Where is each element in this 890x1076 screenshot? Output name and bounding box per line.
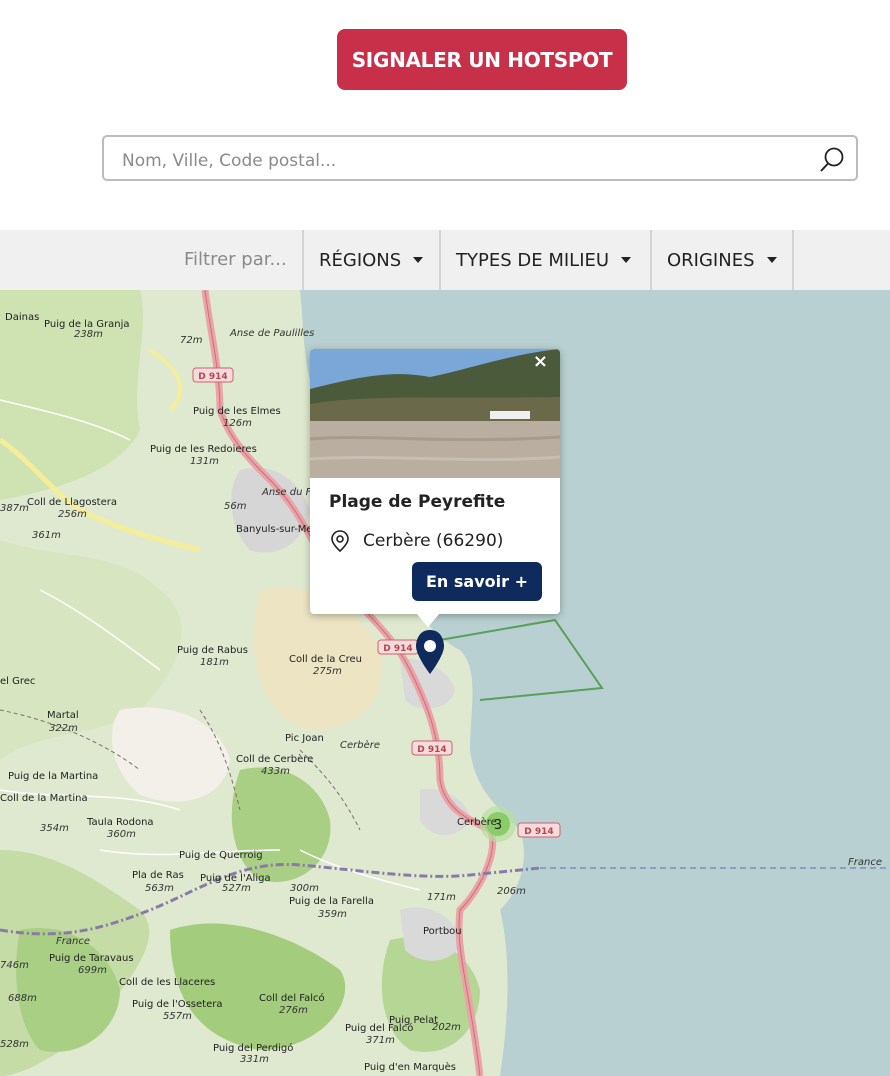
svg-text:688m: 688m xyxy=(8,993,37,1004)
search-icon[interactable] xyxy=(818,146,846,174)
svg-text:Coll de Llagostera: Coll de Llagostera xyxy=(27,497,117,508)
svg-text:Coll de la Martina: Coll de la Martina xyxy=(0,793,88,804)
svg-text:331m: 331m xyxy=(240,1054,269,1065)
svg-text:202m: 202m xyxy=(432,1022,461,1033)
svg-text:171m: 171m xyxy=(427,892,456,903)
chevron-down-icon xyxy=(621,257,632,263)
filter-types-label: TYPES DE MILIEU xyxy=(456,249,610,271)
chevron-down-icon xyxy=(766,257,777,263)
svg-text:Taula Rodona: Taula Rodona xyxy=(86,817,154,828)
filter-label: Filtrer par... xyxy=(184,249,287,270)
svg-text:181m: 181m xyxy=(200,657,229,668)
svg-text:433m: 433m xyxy=(261,766,290,777)
popup-tip xyxy=(416,613,440,627)
map-marker-icon xyxy=(331,530,349,553)
svg-text:el Grec: el Grec xyxy=(0,676,35,687)
svg-text:D 914: D 914 xyxy=(198,372,227,382)
svg-text:Coll de les Llaceres: Coll de les Llaceres xyxy=(119,977,215,988)
svg-text:126m: 126m xyxy=(223,418,252,429)
svg-text:Martal: Martal xyxy=(47,710,79,721)
svg-text:Puig de les Elmes: Puig de les Elmes xyxy=(193,406,281,417)
svg-text:Puig de Querroig: Puig de Querroig xyxy=(179,850,263,861)
svg-text:Puig de Rabus: Puig de Rabus xyxy=(177,645,248,656)
svg-text:528m: 528m xyxy=(0,1039,29,1050)
svg-text:Coll del Falcó: Coll del Falcó xyxy=(259,992,325,1004)
svg-text:56m: 56m xyxy=(224,501,247,512)
svg-text:Dainas: Dainas xyxy=(5,312,39,323)
road-shield: D 914 xyxy=(377,639,419,655)
chevron-down-icon xyxy=(413,257,424,263)
close-icon[interactable]: × xyxy=(533,351,548,372)
svg-text:354m: 354m xyxy=(40,823,69,834)
svg-text:Coll de Cerbère: Coll de Cerbère xyxy=(236,753,313,765)
road-shield: D 914 xyxy=(517,822,561,838)
filter-origins-dropdown[interactable]: ORIGINES xyxy=(650,230,794,290)
svg-text:359m: 359m xyxy=(318,909,347,920)
learn-more-button[interactable]: En savoir + xyxy=(412,562,542,601)
report-hotspot-button[interactable]: SIGNALER UN HOTSPOT xyxy=(337,29,627,90)
svg-text:300m: 300m xyxy=(290,883,319,894)
svg-text:Puig de les Redoieres: Puig de les Redoieres xyxy=(150,444,257,455)
filter-regions-dropdown[interactable]: RÉGIONS xyxy=(302,230,441,290)
svg-text:322m: 322m xyxy=(49,723,78,734)
svg-text:Cerbère: Cerbère xyxy=(457,816,497,828)
filter-bar: Filtrer par... RÉGIONS TYPES DE MILIEU O… xyxy=(0,230,890,290)
svg-text:699m: 699m xyxy=(78,965,107,976)
svg-text:238m: 238m xyxy=(74,329,103,340)
svg-text:387m: 387m xyxy=(0,503,29,514)
svg-text:Puig de Taravaus: Puig de Taravaus xyxy=(49,953,134,964)
svg-text:557m: 557m xyxy=(163,1011,192,1022)
popup-title: Plage de Peyrefite xyxy=(329,492,506,512)
svg-text:361m: 361m xyxy=(32,530,61,541)
svg-text:D 914: D 914 xyxy=(524,827,553,837)
filter-regions-label: RÉGIONS xyxy=(319,249,402,271)
svg-text:131m: 131m xyxy=(190,456,219,467)
road-shield: D 914 xyxy=(411,740,453,756)
svg-text:Puig de la Martina: Puig de la Martina xyxy=(8,771,98,782)
popup-location-text: Cerbère (66290) xyxy=(363,531,504,551)
svg-text:Puig d'en Marquès: Puig d'en Marquès xyxy=(364,1061,456,1073)
svg-text:563m: 563m xyxy=(145,883,174,894)
svg-text:Puig de la Farella: Puig de la Farella xyxy=(289,896,374,907)
road-shield: D 914 xyxy=(192,367,234,383)
location-popup: × Plage de Peyrefite Cerbère (66290) En … xyxy=(310,349,560,614)
svg-text:276m: 276m xyxy=(279,1005,308,1016)
svg-text:Banyuls-sur-Mer: Banyuls-sur-Mer xyxy=(236,524,318,535)
filter-origins-label: ORIGINES xyxy=(667,249,755,271)
svg-text:Portbou: Portbou xyxy=(423,926,462,937)
location-photo xyxy=(310,349,560,478)
svg-text:206m: 206m xyxy=(497,886,526,897)
svg-text:Pic Joan: Pic Joan xyxy=(285,733,324,744)
search-input[interactable] xyxy=(120,147,804,175)
svg-text:256m: 256m xyxy=(58,509,87,520)
popup-location: Cerbère (66290) xyxy=(329,529,503,553)
svg-text:Cerbère: Cerbère xyxy=(340,739,380,751)
svg-text:371m: 371m xyxy=(366,1035,395,1046)
svg-text:Anse de Paulilles: Anse de Paulilles xyxy=(229,328,314,339)
svg-text:72m: 72m xyxy=(180,335,203,346)
svg-text:746m: 746m xyxy=(0,960,29,971)
svg-text:360m: 360m xyxy=(107,829,136,840)
svg-text:France: France xyxy=(56,936,90,947)
svg-text:France: France xyxy=(848,857,882,868)
search-box xyxy=(102,135,858,181)
filter-types-dropdown[interactable]: TYPES DE MILIEU xyxy=(439,230,651,290)
svg-text:Puig del Falcó: Puig del Falcó xyxy=(345,1022,413,1034)
svg-text:Puig del Perdigó: Puig del Perdigó xyxy=(213,1042,293,1054)
svg-text:Pla de Ras: Pla de Ras xyxy=(132,870,184,881)
svg-text:D 914: D 914 xyxy=(417,745,446,755)
svg-text:275m: 275m xyxy=(313,666,342,677)
svg-text:527m: 527m xyxy=(222,883,251,894)
svg-text:Puig de l'Ossetera: Puig de l'Ossetera xyxy=(132,999,222,1010)
svg-text:Coll de la Creu: Coll de la Creu xyxy=(289,654,362,665)
svg-text:D 914: D 914 xyxy=(383,644,412,654)
